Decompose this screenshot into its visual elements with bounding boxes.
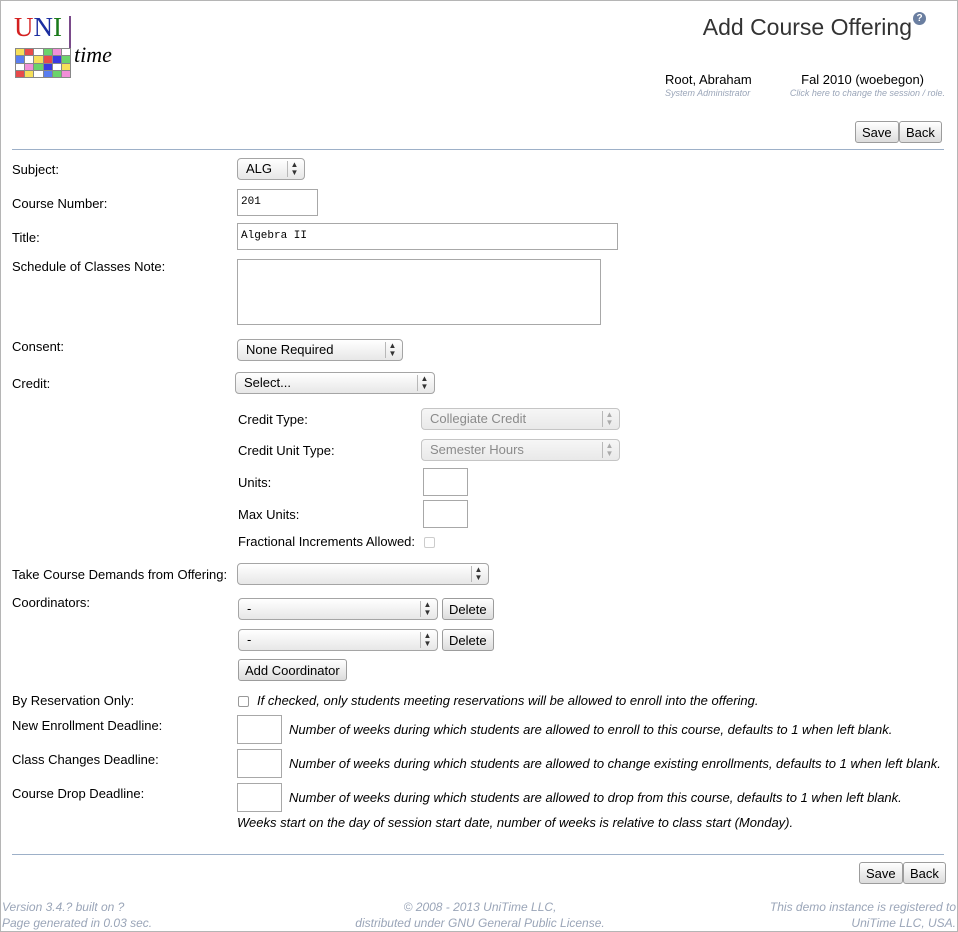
units-label: Units:	[238, 475, 272, 490]
logo-grid-icon	[15, 48, 71, 78]
weeks-note: Weeks start on the day of session start …	[237, 815, 794, 830]
demands-label: Take Course Demands from Offering:	[12, 567, 228, 582]
coordinator-value: -	[247, 601, 252, 616]
fractional-label: Fractional Increments Allowed:	[238, 534, 416, 549]
select-arrows-icon: ▲ ▼	[385, 342, 399, 358]
delete-coordinator-button-1[interactable]: Delete	[442, 598, 494, 620]
generated-text: Page generated in 0.03 sec.	[2, 916, 153, 930]
credit-type-select[interactable]: Collegiate Credit ▲ ▼	[421, 408, 620, 430]
credit-label: Credit:	[12, 376, 51, 391]
demands-select[interactable]: ▲ ▼	[237, 563, 489, 585]
title-label: Title:	[12, 230, 40, 245]
coordinator-value: -	[247, 632, 252, 647]
course-number-input[interactable]: 201	[237, 189, 318, 216]
class-changes-input[interactable]	[237, 749, 282, 778]
logo-time-text: time	[74, 42, 112, 67]
coordinator-select-1[interactable]: - ▲ ▼	[238, 598, 438, 620]
logo-uni-text: UNI	[14, 12, 62, 42]
top-divider	[12, 149, 944, 150]
new-enrollment-input[interactable]	[237, 715, 282, 744]
course-drop-input[interactable]	[237, 783, 282, 812]
schedule-note-label: Schedule of Classes Note:	[12, 259, 166, 274]
credit-unit-type-select[interactable]: Semester Hours ▲ ▼	[421, 439, 620, 461]
credit-value: Select...	[244, 375, 291, 390]
page-title: Add Course Offering	[702, 14, 912, 40]
subject-label: Subject:	[12, 162, 59, 177]
save-button-top[interactable]: Save	[855, 121, 899, 143]
by-reservation-note: If checked, only students meeting reserv…	[257, 693, 759, 708]
save-button-bottom[interactable]: Save	[859, 862, 903, 884]
units-input[interactable]	[423, 468, 468, 496]
select-arrows-icon: ▲ ▼	[420, 601, 434, 617]
select-arrows-icon: ▲ ▼	[602, 442, 616, 458]
select-arrows-icon: ▲ ▼	[417, 375, 431, 391]
subject-value: ALG	[246, 161, 273, 176]
consent-value: None Required	[246, 342, 334, 357]
course-drop-note: Number of weeks during which students ar…	[289, 790, 902, 805]
class-changes-note: Number of weeks during which students ar…	[289, 756, 941, 771]
footer-left: Version 3.4.? built on ? Page generated …	[2, 899, 152, 931]
user-name[interactable]: Root, Abraham	[665, 72, 752, 87]
demo-text-2: UniTime LLC, USA.	[851, 916, 956, 930]
course-drop-label: Course Drop Deadline:	[12, 786, 145, 801]
consent-label: Consent:	[12, 339, 65, 354]
session-hint[interactable]: Click here to change the session / role.	[790, 88, 945, 98]
copyright-text[interactable]: © 2008 - 2013 UniTime LLC,	[350, 899, 610, 915]
credit-unit-type-value: Semester Hours	[430, 442, 524, 457]
new-enrollment-note: Number of weeks during which students ar…	[289, 722, 893, 737]
bottom-divider	[12, 854, 944, 855]
by-reservation-checkbox[interactable]	[238, 696, 249, 707]
select-arrows-icon: ▲ ▼	[602, 411, 616, 427]
delete-coordinator-button-2[interactable]: Delete	[442, 629, 494, 651]
schedule-note-textarea[interactable]	[237, 259, 601, 325]
version-text: Version 3.4.? built on ?	[2, 900, 125, 914]
back-button-top[interactable]: Back	[899, 121, 942, 143]
max-units-input[interactable]	[423, 500, 468, 528]
course-number-label: Course Number:	[12, 196, 108, 211]
coordinator-select-2[interactable]: - ▲ ▼	[238, 629, 438, 651]
help-icon[interactable]: ?	[913, 12, 926, 25]
select-arrows-icon: ▲ ▼	[471, 566, 485, 582]
demo-text-1: This demo instance is registered to	[769, 900, 956, 914]
subject-select[interactable]: ALG ▲ ▼	[237, 158, 305, 180]
credit-type-label: Credit Type:	[238, 412, 308, 427]
select-arrows-icon: ▲ ▼	[420, 632, 434, 648]
license-text[interactable]: distributed under GNU General Public Lic…	[350, 915, 610, 931]
title-input[interactable]: Algebra II	[237, 223, 618, 250]
session-name[interactable]: Fal 2010 (woebegon)	[801, 72, 924, 87]
max-units-label: Max Units:	[238, 507, 300, 522]
coordinators-label: Coordinators:	[12, 595, 91, 610]
fractional-checkbox[interactable]	[424, 537, 435, 548]
credit-type-value: Collegiate Credit	[430, 411, 527, 426]
user-role: System Administrator	[665, 88, 751, 98]
new-enrollment-label: New Enrollment Deadline:	[12, 718, 163, 733]
select-arrows-icon: ▲ ▼	[287, 161, 301, 177]
add-coordinator-button[interactable]: Add Coordinator	[238, 659, 347, 681]
class-changes-label: Class Changes Deadline:	[12, 752, 159, 767]
back-button-bottom[interactable]: Back	[903, 862, 946, 884]
footer-right: This demo instance is registered to UniT…	[770, 899, 956, 931]
credit-select[interactable]: Select... ▲ ▼	[235, 372, 435, 394]
footer-center: © 2008 - 2013 UniTime LLC, distributed u…	[350, 899, 610, 931]
consent-select[interactable]: None Required ▲ ▼	[237, 339, 403, 361]
by-reservation-label: By Reservation Only:	[12, 693, 135, 708]
credit-unit-type-label: Credit Unit Type:	[238, 443, 335, 458]
